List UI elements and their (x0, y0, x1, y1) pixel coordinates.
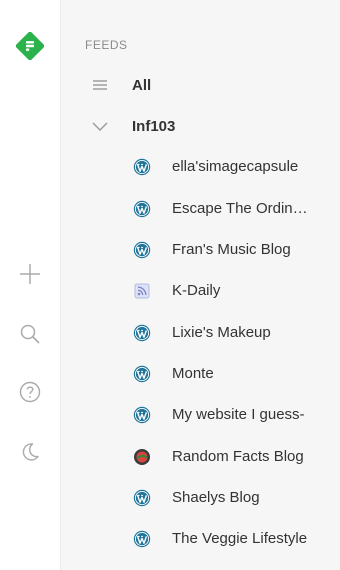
wordpress-icon (133, 489, 151, 507)
feed-item-label: Shaelys Blog (172, 489, 260, 506)
feed-item[interactable]: Random Facts Blog (61, 439, 340, 475)
wordpress-icon (133, 406, 151, 424)
night-mode-icon[interactable] (18, 440, 42, 464)
feed-item-label: Lixie's Makeup (172, 324, 271, 341)
wordpress-icon (133, 530, 151, 548)
rss-icon (134, 283, 150, 299)
category-inf103[interactable]: Inf103 (61, 108, 340, 144)
feed-item[interactable]: Monte (61, 356, 340, 392)
feed-item-label: Monte (172, 365, 214, 382)
search-icon[interactable] (18, 322, 42, 346)
feed-item-label: My website I guess- (172, 406, 305, 423)
all-feeds-item[interactable]: All (61, 67, 340, 103)
feed-item[interactable]: Fran's Music Blog (61, 232, 340, 268)
feed-item-label: The Veggie Lifestyle (172, 530, 308, 547)
wordpress-icon (133, 158, 151, 176)
feed-item[interactable]: The Veggie Lifestyle (61, 521, 340, 557)
feed-item[interactable]: Escape The Ordin… (61, 191, 340, 227)
wordpress-icon (133, 365, 151, 383)
feeds-section-label: FEEDS (85, 38, 128, 52)
site-favicon-icon (134, 449, 150, 465)
feed-item-label: Escape The Ordin… (172, 200, 308, 217)
feed-item-label: Fran's Music Blog (172, 241, 291, 258)
chevron-down-icon[interactable] (91, 117, 109, 135)
category-label: Inf103 (132, 117, 176, 135)
feed-item[interactable]: Shaelys Blog (61, 480, 340, 516)
feed-item-label: K-Daily (172, 282, 221, 299)
wordpress-icon (133, 241, 151, 259)
feed-item-label: ella'simagecapsule (172, 158, 299, 175)
feed-item[interactable]: ella'simagecapsule (61, 149, 340, 185)
feed-item-label: Random Facts Blog (172, 448, 304, 465)
feed-item[interactable]: Lixie's Makeup (61, 315, 340, 351)
add-icon[interactable] (18, 262, 42, 286)
wordpress-icon (133, 200, 151, 218)
feeds-panel: FEEDS All Inf103 ella'simagecapsule Esca… (61, 0, 340, 570)
help-icon[interactable] (18, 380, 42, 404)
left-rail (0, 0, 61, 570)
list-icon (93, 80, 107, 90)
feed-item[interactable]: K-Daily (61, 273, 340, 309)
wordpress-icon (133, 324, 151, 342)
feedly-logo-icon[interactable] (16, 32, 44, 60)
feed-item[interactable]: My website I guess- (61, 397, 340, 433)
all-feeds-label: All (132, 76, 152, 94)
